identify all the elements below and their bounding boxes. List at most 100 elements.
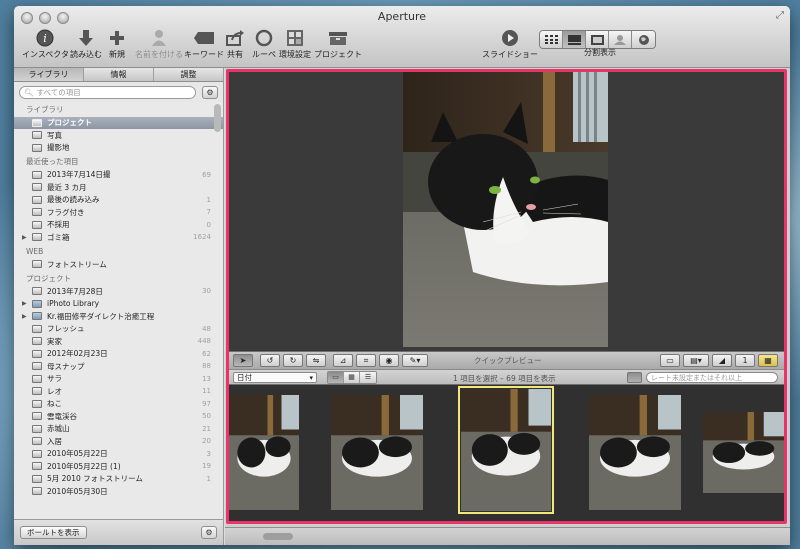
sidebar-item[interactable]: フォトストリーム xyxy=(14,258,223,271)
share-button[interactable]: 共有 xyxy=(226,28,244,60)
browser-horizontal-scrollbar[interactable] xyxy=(225,527,790,545)
loupe-button[interactable]: ルーペ xyxy=(252,28,276,60)
sidebar-item[interactable]: 母スナップ 88 xyxy=(14,360,223,373)
sidebar-item[interactable]: 2010年05月22日 (1) 19 xyxy=(14,460,223,473)
settings-button[interactable]: 環境設定 xyxy=(279,28,311,60)
sidebar-item[interactable]: 写真 xyxy=(14,129,223,142)
list-view-icon[interactable]: ☰ xyxy=(360,371,376,383)
sidebar-item[interactable]: レオ 11 xyxy=(14,385,223,398)
library-action-gear-icon[interactable]: ⚙ xyxy=(202,85,218,99)
sidebar-item[interactable]: ▶ iPhoto Library xyxy=(14,298,223,311)
sidebar-item-label: 2010年05月22日 (1) xyxy=(47,461,121,471)
stamp-icon[interactable]: ◢ xyxy=(712,354,732,367)
sidebar-item-label: 2013年7月14日撮 xyxy=(47,170,111,180)
straighten-icon[interactable]: ⊿ xyxy=(333,354,353,367)
sidebar-item[interactable]: 2013年7月14日撮 69 xyxy=(14,169,223,182)
inspector-bottom-bar: ボールトを表示 ⚙ xyxy=(14,519,223,545)
grid-view-icon[interactable] xyxy=(540,31,563,48)
photo-thumbnail[interactable] xyxy=(229,395,299,510)
sidebar-item[interactable]: 2013年7月28日 30 xyxy=(14,285,223,298)
info-icon: i xyxy=(36,28,54,48)
sidebar-item[interactable]: 入居 20 xyxy=(14,435,223,448)
sidebar-item[interactable]: サラ 13 xyxy=(14,373,223,386)
sidebar-item[interactable]: ねこ 97 xyxy=(14,398,223,411)
photo-thumbnail[interactable] xyxy=(703,412,784,493)
sidebar-item[interactable]: 撮影地 xyxy=(14,142,223,155)
filmstrip-view-icon[interactable]: ▭ xyxy=(328,371,344,383)
scroll-thumb[interactable] xyxy=(263,533,293,540)
red-eye-icon[interactable]: ◉ xyxy=(379,354,399,367)
item-count: 21 xyxy=(202,424,211,433)
sidebar-item-label: フラグ付き xyxy=(47,207,85,217)
search-icon: 🔍︎ xyxy=(24,87,34,97)
metadata-overlay-icon[interactable]: ▤▾ xyxy=(683,354,709,367)
library-scrollbar[interactable] xyxy=(214,104,221,132)
project-icon xyxy=(32,424,42,433)
main-cat-photo[interactable] xyxy=(403,72,608,347)
show-vault-button[interactable]: ボールトを表示 xyxy=(20,526,87,539)
photo-thumbnail[interactable] xyxy=(458,386,554,514)
tab-library[interactable]: ライブラリ xyxy=(14,68,84,81)
sidebar-item[interactable]: 実家 448 xyxy=(14,335,223,348)
sidebar-item-label: 最近 3 カ月 xyxy=(47,182,87,192)
slideshow-button[interactable]: スライドショー xyxy=(482,28,538,60)
sidebar-item[interactable]: 赤城山 21 xyxy=(14,423,223,436)
library-list: ライブラリ プロジェクト 写真 撮影地 最近使った項目 2013年7月14日撮 69 最近 3… xyxy=(14,102,223,519)
disclosure-triangle-icon[interactable]: ▶ xyxy=(22,300,32,307)
filter-hud-icon[interactable] xyxy=(627,372,642,383)
sidebar-item[interactable]: 5月 2010 フォトストリーム 1 xyxy=(14,473,223,486)
split-view-icon[interactable] xyxy=(563,31,586,48)
viewer-mode-icon[interactable]: ▭ xyxy=(660,354,680,367)
select-tool-icon[interactable]: ➤ xyxy=(233,354,253,367)
project-button[interactable]: プロジェクト xyxy=(314,28,362,60)
project-box-icon xyxy=(328,28,348,48)
sidebar-item[interactable]: 2010年05月22日 3 xyxy=(14,448,223,461)
sidebar-item[interactable]: 2012年02月23日 62 xyxy=(14,348,223,361)
library-search-input[interactable]: 🔍︎ すべての項目 xyxy=(19,85,196,99)
keywords-button[interactable]: キーワード xyxy=(184,28,224,60)
new-button[interactable]: 新規 xyxy=(109,28,125,60)
tab-info[interactable]: 情報 xyxy=(84,68,154,81)
toolbar: Aperture ⤢ i インスペクタ 読み込む 新規 名前を付ける キーワード… xyxy=(14,6,790,68)
sidebar-item[interactable]: プロジェクト xyxy=(14,116,223,129)
sidebar-item[interactable]: フラグ付き 7 xyxy=(14,206,223,219)
bottom-gear-icon[interactable]: ⚙ xyxy=(201,526,217,539)
flag-icon xyxy=(32,208,42,217)
sidebar-item[interactable]: ▶ ゴミ箱 1624 xyxy=(14,231,223,244)
sidebar-item[interactable]: 不採用 0 xyxy=(14,219,223,232)
photo-thumbnail[interactable] xyxy=(331,395,423,510)
sidebar-item[interactable]: 2010年05月30日 xyxy=(14,485,223,498)
name-faces-button[interactable]: 名前を付ける xyxy=(135,28,183,60)
section-header: WEB xyxy=(26,246,44,256)
sidebar-item-label: 雲竜渓谷 xyxy=(47,411,77,421)
project-icon xyxy=(32,374,42,383)
svg-text:i: i xyxy=(44,32,48,45)
places-view-icon[interactable] xyxy=(632,31,655,48)
rotate-left-icon[interactable]: ↺ xyxy=(260,354,280,367)
inspector-button[interactable]: i インスペクタ xyxy=(22,28,69,60)
item-count: 3 xyxy=(206,449,211,458)
crop-icon[interactable]: ⌗ xyxy=(356,354,376,367)
tab-adjustments[interactable]: 調整 xyxy=(154,68,223,81)
sidebar-item[interactable]: 雲竜渓谷 50 xyxy=(14,410,223,423)
fullscreen-icon[interactable]: ⤢ xyxy=(776,10,784,21)
import-button[interactable]: 読み込む xyxy=(70,28,102,60)
rotate-right-icon[interactable]: ↻ xyxy=(283,354,303,367)
sidebar-item[interactable]: フレッシュ 48 xyxy=(14,323,223,336)
photo-thumbnail[interactable] xyxy=(589,395,681,510)
filmstrip-toggle-icon[interactable]: ▦ xyxy=(758,354,778,367)
disclosure-triangle-icon[interactable]: ▶ xyxy=(22,313,32,320)
item-count: 48 xyxy=(202,324,211,333)
sidebar-item[interactable]: ▶ Kr.福田修平ダイレクト治癒工程 xyxy=(14,310,223,323)
brush-icon[interactable]: ✎▾ xyxy=(402,354,428,367)
flip-icon[interactable]: ⇋ xyxy=(306,354,326,367)
primary-only-icon[interactable]: 1 xyxy=(735,354,755,367)
filter-search-input[interactable]: レート未設定またはそれ以上 xyxy=(646,372,778,383)
item-count: 50 xyxy=(202,412,211,421)
disclosure-triangle-icon[interactable]: ▶ xyxy=(22,234,32,241)
sidebar-item[interactable]: 最後の読み込み 1 xyxy=(14,194,223,207)
grid-view-small-icon[interactable]: ▦ xyxy=(344,371,360,383)
viewer xyxy=(229,72,784,351)
sort-select[interactable]: 日付 xyxy=(233,371,317,383)
sidebar-item[interactable]: 最近 3 カ月 xyxy=(14,181,223,194)
